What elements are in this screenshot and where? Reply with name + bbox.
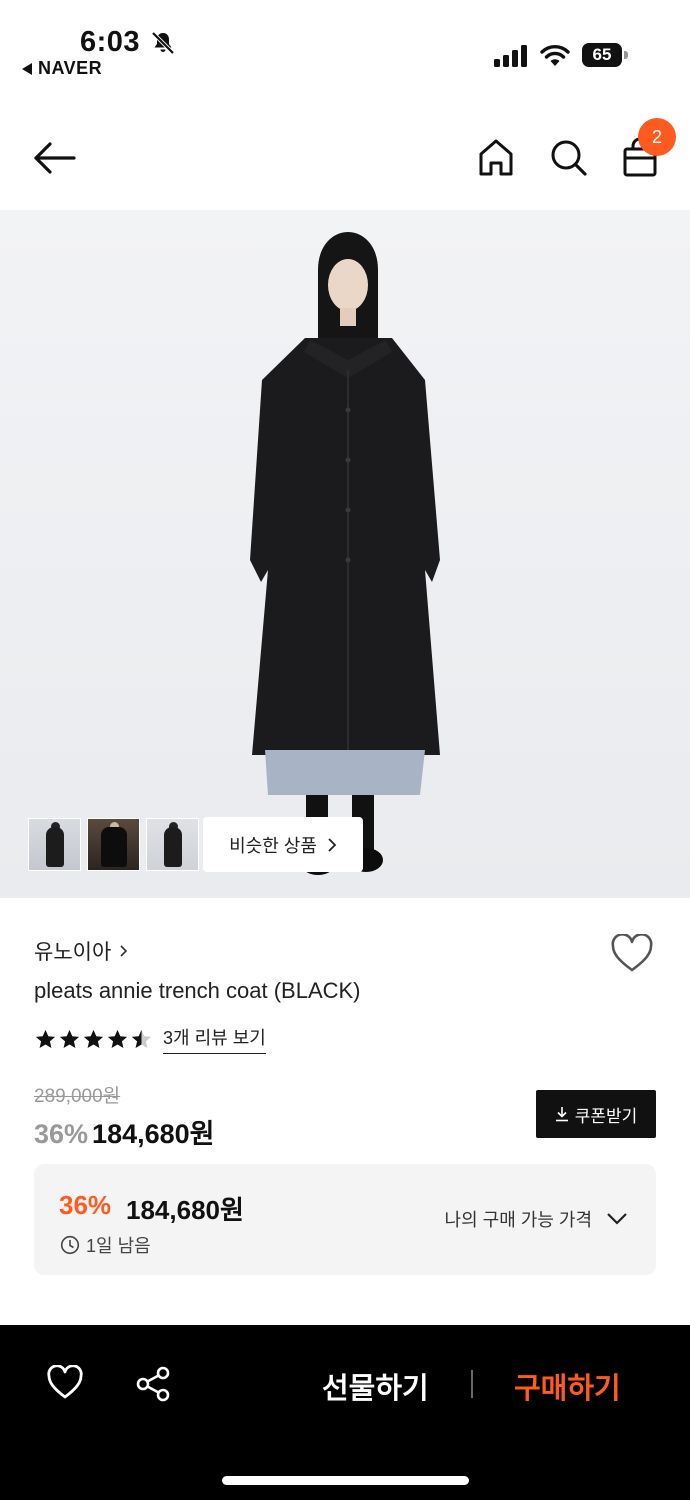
bottom-divider	[471, 1370, 473, 1398]
search-icon[interactable]	[548, 136, 588, 178]
coupon-label: 쿠폰받기	[574, 1106, 638, 1126]
chevron-right-icon	[328, 837, 337, 852]
discount-rate: 36%	[34, 1119, 89, 1149]
thumbnail-1[interactable]	[28, 818, 81, 871]
similar-products-label: 비슷한 상품	[229, 835, 317, 856]
share-icon[interactable]	[134, 1365, 172, 1403]
status-bar: 6:03 NAVER 65	[0, 0, 690, 92]
home-indicator[interactable]	[222, 1476, 469, 1485]
product-main-image[interactable]: 비슷한 상품	[0, 210, 690, 898]
product-title: pleats annie trench coat (BLACK)	[34, 978, 361, 1003]
my-price-label: 나의 구매 가능 가격	[444, 1210, 592, 1230]
status-time: 6:03	[80, 26, 141, 58]
clock-icon	[60, 1235, 80, 1255]
best-price-box[interactable]: 36% 184,680원 1일 남음 나의 구매 가능 가격	[34, 1164, 656, 1275]
model-photo	[250, 232, 440, 875]
star-half-icon	[131, 1029, 152, 1048]
review-link[interactable]: 3개 리뷰 보기	[163, 1024, 266, 1054]
battery-indicator: 65	[582, 43, 628, 67]
back-app-label: NAVER	[38, 58, 103, 78]
back-to-app-link[interactable]: NAVER	[22, 58, 102, 79]
thumbnail-strip	[28, 818, 199, 871]
download-icon	[555, 1107, 568, 1122]
price-row: 36% 184,680원	[34, 1112, 215, 1151]
brand-link[interactable]: 유노이아	[34, 936, 128, 966]
benefit-price: 184,680원	[126, 1195, 244, 1225]
time-remaining-label: 1일 남음	[86, 1236, 151, 1256]
heart-icon[interactable]	[46, 1365, 84, 1401]
star-full-icon	[59, 1029, 80, 1048]
cart-count-badge: 2	[638, 118, 676, 156]
back-triangle-icon	[22, 62, 32, 75]
similar-products-button[interactable]: 비슷한 상품	[203, 817, 363, 872]
home-icon[interactable]	[476, 136, 516, 178]
time-remaining: 1일 남음	[60, 1232, 151, 1258]
thumbnail-2[interactable]	[87, 818, 140, 871]
benefit-discount: 36%	[59, 1190, 112, 1220]
star-full-icon	[83, 1029, 104, 1048]
my-price-toggle[interactable]: 나의 구매 가능 가격	[445, 1206, 628, 1232]
sale-price: 184,680원	[92, 1119, 215, 1149]
buy-button[interactable]: 구매하기	[514, 1365, 621, 1407]
top-nav-bar	[0, 100, 690, 210]
bottom-action-bar: 선물하기 구매하기	[0, 1325, 690, 1500]
cellular-signal-icon	[494, 45, 527, 67]
chevron-right-icon	[120, 945, 128, 957]
coupon-download-button[interactable]: 쿠폰받기	[536, 1090, 656, 1138]
original-price: 289,000원	[34, 1086, 121, 1107]
chevron-down-icon	[607, 1213, 627, 1225]
star-full-icon	[35, 1029, 56, 1048]
bell-muted-icon	[151, 31, 175, 55]
rating-row: 3개 리뷰 보기	[34, 1024, 266, 1054]
star-rating	[34, 1028, 153, 1051]
back-arrow-icon[interactable]	[30, 138, 80, 178]
wifi-icon	[540, 45, 570, 66]
battery-level: 65	[582, 43, 622, 67]
wishlist-heart-icon[interactable]	[610, 934, 654, 974]
star-full-icon	[107, 1029, 128, 1048]
battery-cap	[624, 51, 628, 59]
gift-button[interactable]: 선물하기	[322, 1365, 429, 1407]
thumbnail-3[interactable]	[146, 818, 199, 871]
brand-name: 유노이아	[34, 941, 112, 964]
